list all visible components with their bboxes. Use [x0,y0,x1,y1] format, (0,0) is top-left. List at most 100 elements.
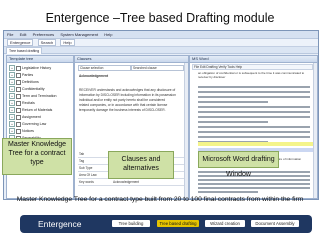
clause-text-line: temporarily damage the business interest… [79,108,166,112]
tree-checkbox[interactable] [16,93,21,99]
expand-icon[interactable]: + [9,100,15,107]
clause-text-line: RECEIVER understands and acknowledges th… [79,88,176,92]
searched-clause-field[interactable]: Searched clause [131,65,184,71]
tree-item[interactable]: + Assignment [9,114,41,121]
tree-item[interactable]: + Definitions [9,79,39,86]
tree-item[interactable]: + Recitals [9,100,35,107]
tree-item-label: Return of Materials [22,108,53,112]
tree-checkbox[interactable] [16,121,21,127]
footer-tab-tree-building[interactable]: Tree building [112,220,150,227]
expand-icon[interactable]: + [9,65,15,72]
tab-strip: Tree based drafting [4,47,318,54]
expand-icon[interactable]: + [9,114,15,121]
document-text-line [198,136,310,138]
clauses-scrollbar[interactable] [184,63,188,198]
document-text-line [198,126,310,128]
clause-meta-row: Key words Acknowledgement [78,180,184,186]
document-text-line [198,183,310,185]
tree-item[interactable]: + Confidentiality [9,86,45,93]
document-text-line [198,86,310,88]
tree-item-label: Recitals [22,101,35,105]
document-text-line [198,96,310,98]
tree-checkbox[interactable] [16,79,21,85]
meta-key: Area Of Law [79,173,97,177]
expand-icon[interactable]: + [9,128,15,135]
footer-tab-document-assembly[interactable]: Document Assembly [251,220,299,227]
toolbar: Entergence Search Help [4,39,318,47]
document-text-line [198,106,310,108]
tree-item-label: Governing Law [22,122,47,126]
tree-item-label: Term and Termination [22,94,57,98]
expand-icon[interactable]: + [9,121,15,128]
clause-selection-field[interactable]: Clause selection [78,65,131,71]
footer-tab-wizard-creation[interactable]: Wizard creation [205,220,245,227]
tree-item[interactable]: + Parties [9,72,34,79]
footer-title: Entergence [38,219,82,229]
slide-title: Entergence –Tree based Drafting module [45,11,275,25]
tree-checkbox[interactable] [16,86,21,92]
callout-mid-label: Clauses and alternatives [121,156,161,172]
word-paragraph-1: an obligation of confidential or is subs… [198,71,305,79]
meta-key: Key words [79,180,94,184]
document-text-line [198,191,258,193]
document-text-line [198,187,310,189]
tree-checkbox[interactable] [16,65,21,71]
meta-value: Acknowledgement [113,180,140,184]
clause-text-line: individual and/or entity not party heret… [79,98,166,102]
menu-file[interactable]: File [7,32,13,37]
tree-checkbox[interactable] [16,100,21,106]
document-text-line [198,171,310,173]
slide-caption: Master Knowledge Tree for a contract typ… [16,196,304,203]
footer-tab-tree-based-drafting[interactable]: Tree based drafting [157,220,199,227]
clauses-panel-title: Clauses [75,56,188,63]
tree-item[interactable]: + Notices [9,128,34,135]
expand-icon[interactable]: + [9,72,15,79]
word-toolbar[interactable]: File Edit Drafting Verify Tools Help [192,64,313,70]
expand-icon[interactable]: + [9,93,15,100]
document-text-line [198,111,310,113]
menu-bar: File Edit Preferences System Management … [4,31,318,39]
expand-icon[interactable]: + [9,86,15,93]
document-text-line [198,121,268,123]
tree-item[interactable]: + Governing Law [9,121,47,128]
tree-item[interactable]: + Term and Termination [9,93,57,100]
word-window-panel: MS Word File Edit Drafting Verify Tools … [189,55,318,199]
tree-checkbox[interactable] [16,107,21,113]
document-text-line [198,101,268,103]
document-text-line [198,175,310,177]
tree-item-label: Notices [22,129,34,133]
tree-checkbox[interactable] [16,72,21,78]
tree-item-label: Confidentiality [22,87,45,91]
document-text-line [198,131,310,133]
tree-item-label: Legislative History [22,66,52,70]
toolbar-entergence-button[interactable]: Entergence [7,39,34,47]
template-tree-title: Template tree [7,56,73,63]
tree-item-label: Parties [22,73,34,77]
tree-item[interactable]: + Legislative History [9,65,52,72]
tree-item-label: Assignment [22,115,41,119]
menu-help[interactable]: Help [104,32,112,37]
clause-text-line: related companies, or in accordance with… [79,103,168,107]
word-window-title: MS Word [190,56,317,63]
menu-edit[interactable]: Edit [20,32,27,37]
clause-text-line: information by DISCLOSER including infor… [79,93,176,97]
menu-preferences[interactable]: Preferences [33,32,55,37]
tree-checkbox[interactable] [16,128,21,134]
document-text-line [198,179,310,181]
toolbar-help-button[interactable]: Help [60,39,75,47]
tree-item[interactable]: + Return of Materials [9,107,53,114]
word-scrollbar[interactable] [313,63,317,198]
expand-icon[interactable]: + [9,107,15,114]
tree-checkbox[interactable] [16,114,21,120]
menu-system-management[interactable]: System Management [60,32,98,37]
meta-key: Sub Type [79,166,93,170]
tab-tree-based-drafting[interactable]: Tree based drafting [6,47,43,54]
document-text-line [198,91,310,93]
toolbar-search-button[interactable]: Search [37,39,57,47]
highlighted-clause[interactable] [198,142,313,146]
callout-word-drafting-window: Microsoft Word drafting Window [198,151,279,178]
expand-icon[interactable]: + [9,79,15,86]
callout-clauses-and-alternatives: Clauses and alternatives [108,151,174,179]
tree-item-label: Definitions [22,80,39,84]
callout-master-knowledge-tree: Master Knowledge Tree for a contract typ… [2,138,72,175]
